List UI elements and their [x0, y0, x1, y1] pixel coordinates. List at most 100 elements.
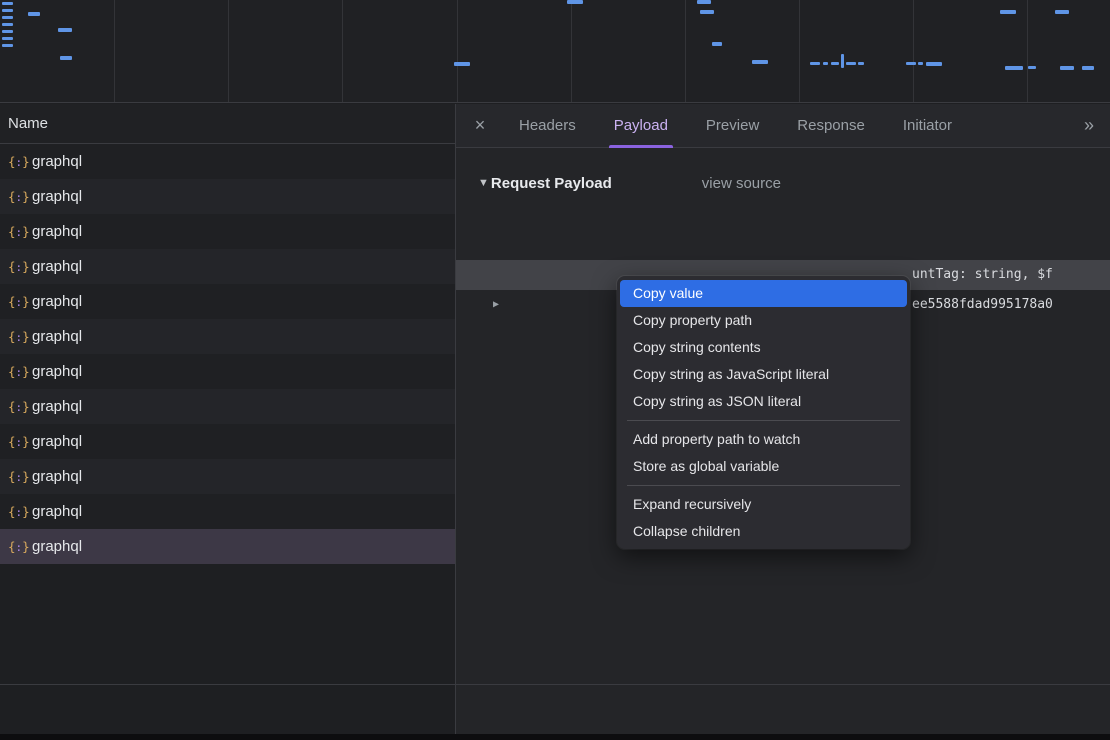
timeline-activity-bar	[700, 10, 714, 14]
section-collapse-icon[interactable]: ▼	[478, 177, 489, 189]
request-name-label: graphql	[32, 188, 82, 205]
request-row[interactable]: {:}graphql	[0, 144, 455, 179]
tree-row-root[interactable]: ▼{operationName: "ipFlowTimeseries", var…	[456, 200, 1110, 230]
menu-item-copy-string-as-javascript-literal[interactable]: Copy string as JavaScript literal	[620, 361, 907, 388]
timeline-activity-bar	[1060, 66, 1074, 70]
brace-right: }	[22, 539, 30, 554]
brace-right: }	[22, 294, 30, 309]
timeline-activity-bar	[858, 62, 864, 65]
query-value-visible-tail: untTag: string, $f	[912, 260, 1053, 290]
brace-left: {	[8, 329, 16, 344]
menu-item-copy-value[interactable]: Copy value	[620, 280, 907, 307]
tab-preview[interactable]: Preview	[687, 104, 778, 148]
timeline-gridline	[1027, 0, 1028, 103]
tabs-container: HeadersPayloadPreviewResponseInitiator	[500, 104, 971, 148]
view-source-link[interactable]: view source	[702, 175, 781, 192]
request-name-label: graphql	[32, 433, 82, 450]
network-overview-timeline[interactable]	[0, 0, 1110, 103]
request-name-label: graphql	[32, 503, 82, 520]
timeline-activity-bar	[2, 23, 13, 26]
request-row[interactable]: {:}graphql	[0, 179, 455, 214]
brace-right: }	[22, 259, 30, 274]
tab-payload[interactable]: Payload	[595, 104, 687, 148]
name-column-label: Name	[8, 115, 48, 132]
brace-left: {	[8, 399, 16, 414]
menu-item-copy-string-contents[interactable]: Copy string contents	[620, 334, 907, 361]
request-row[interactable]: {:}graphql	[0, 319, 455, 354]
request-name-label: graphql	[32, 363, 82, 380]
timeline-activity-bar	[2, 9, 13, 12]
request-row[interactable]: {:}graphql	[0, 214, 455, 249]
request-name-label: graphql	[32, 468, 82, 485]
brace-right: }	[22, 504, 30, 519]
request-payload-section: ▼ Request Payload view source	[456, 166, 1110, 200]
brace-right: }	[22, 189, 30, 204]
request-row[interactable]: {:}graphql	[0, 424, 455, 459]
variables-value-visible-tail: ee5588fdad995178a0	[912, 290, 1053, 320]
request-row[interactable]: {:}graphql	[0, 389, 455, 424]
menu-item-expand-recursively[interactable]: Expand recursively	[620, 491, 907, 518]
timeline-activity-bar	[697, 0, 711, 4]
timeline-activity-bar	[2, 16, 13, 19]
timeline-gridline	[114, 0, 115, 103]
expand-caret-icon[interactable]: ▶	[493, 290, 499, 320]
timeline-activity-bar	[846, 62, 856, 65]
menu-item-add-property-path-to-watch[interactable]: Add property path to watch	[620, 426, 907, 453]
menu-item-store-as-global-variable[interactable]: Store as global variable	[620, 453, 907, 480]
brace-right: }	[22, 364, 30, 379]
timeline-activity-bar	[1005, 66, 1023, 70]
brace-left: {	[8, 259, 16, 274]
brace-left: {	[8, 469, 16, 484]
brace-right: }	[22, 329, 30, 344]
window-bottom-edge	[0, 734, 1110, 740]
tab-headers[interactable]: Headers	[500, 104, 595, 148]
menu-item-copy-string-as-json-literal[interactable]: Copy string as JSON literal	[620, 388, 907, 415]
request-name-label: graphql	[32, 293, 82, 310]
brace-left: {	[8, 189, 16, 204]
request-name-label: graphql	[32, 258, 82, 275]
brace-left: {	[8, 154, 16, 169]
request-row[interactable]: {:}graphql	[0, 459, 455, 494]
timeline-activity-bar	[831, 62, 839, 65]
brace-left: {	[8, 224, 16, 239]
request-row[interactable]: {:}graphql	[0, 494, 455, 529]
timeline-activity-bar	[926, 62, 942, 66]
request-row[interactable]: {:}graphql	[0, 284, 455, 319]
request-row[interactable]: {:}graphql	[0, 529, 455, 564]
name-column-header[interactable]: Name	[0, 104, 455, 144]
json-braces-icon: {:}	[8, 189, 32, 204]
timeline-activity-bar	[841, 54, 844, 68]
menu-separator	[627, 420, 900, 421]
request-row[interactable]: {:}graphql	[0, 354, 455, 389]
menu-item-collapse-children[interactable]: Collapse children	[620, 518, 907, 545]
timeline-gridline	[685, 0, 686, 103]
json-braces-icon: {:}	[8, 434, 32, 449]
json-braces-icon: {:}	[8, 364, 32, 379]
timeline-activity-bar	[1028, 66, 1036, 69]
json-braces-icon: {:}	[8, 154, 32, 169]
close-icon[interactable]: ×	[468, 115, 492, 136]
tab-response[interactable]: Response	[778, 104, 884, 148]
json-braces-icon: {:}	[8, 399, 32, 414]
tree-row-operation-name[interactable]: operationName: "ipFlowTimeseries"	[456, 230, 1110, 260]
request-row[interactable]: {:}graphql	[0, 249, 455, 284]
timeline-activity-bar	[712, 42, 722, 46]
brace-left: {	[8, 294, 16, 309]
brace-left: {	[8, 434, 16, 449]
timeline-activity-bar	[1082, 66, 1094, 70]
tab-initiator[interactable]: Initiator	[884, 104, 971, 148]
timeline-activity-bar	[752, 60, 768, 64]
json-braces-icon: {:}	[8, 224, 32, 239]
timeline-activity-bar	[1000, 10, 1016, 14]
more-tabs-icon[interactable]: »	[1084, 115, 1110, 136]
panel-splitter[interactable]	[455, 104, 456, 734]
brace-left: {	[8, 364, 16, 379]
request-name-label: graphql	[32, 398, 82, 415]
brace-right: }	[22, 469, 30, 484]
menu-item-copy-property-path[interactable]: Copy property path	[620, 307, 907, 334]
timeline-activity-bar	[2, 30, 13, 33]
timeline-gridline	[799, 0, 800, 103]
request-name-label: graphql	[32, 538, 82, 555]
timeline-activity-bar	[60, 56, 72, 60]
request-name-label: graphql	[32, 223, 82, 240]
